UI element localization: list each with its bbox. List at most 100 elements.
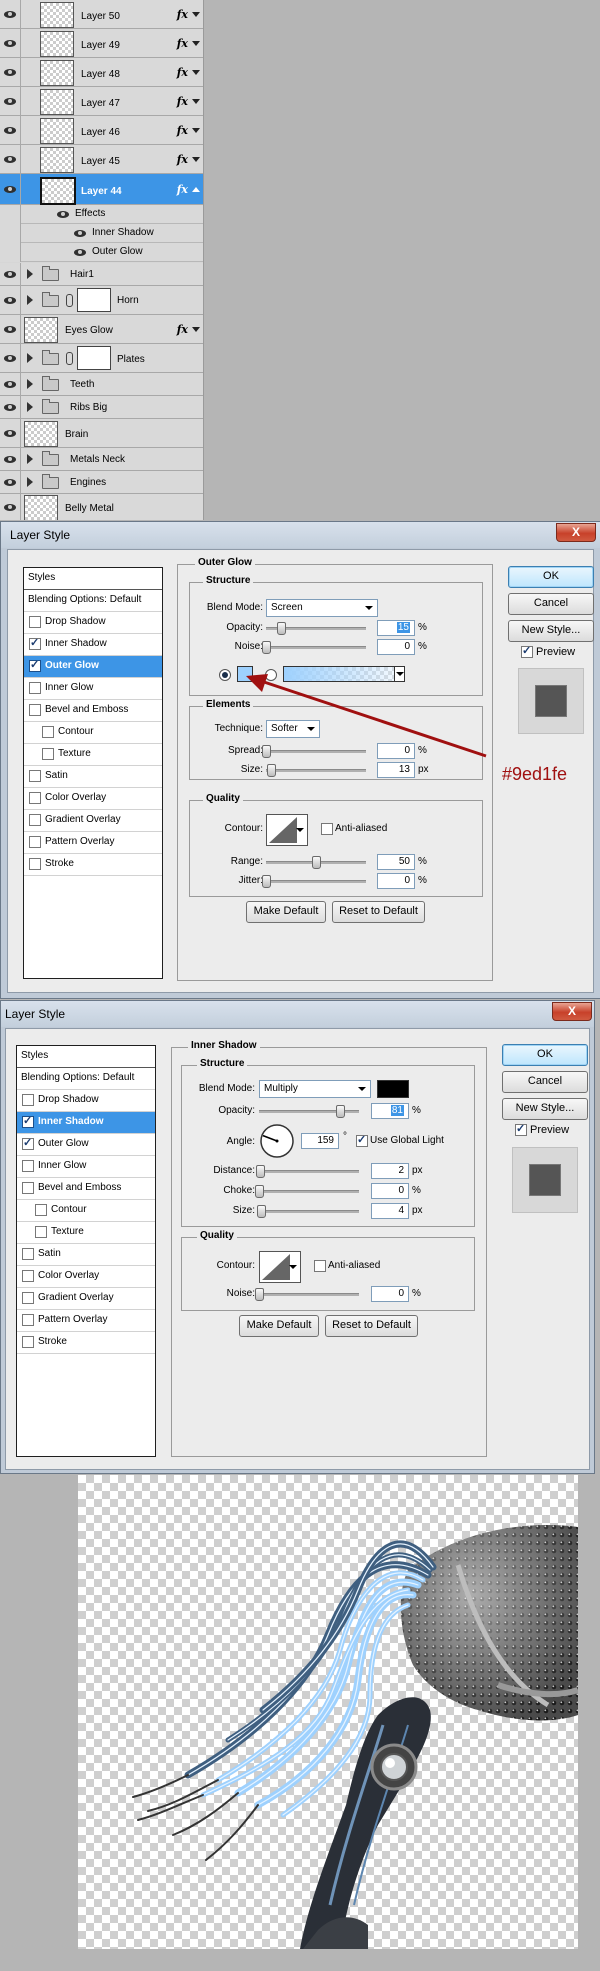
angle-input[interactable]: 159 <box>301 1133 339 1149</box>
style-checkbox[interactable] <box>29 814 41 826</box>
style-checkbox[interactable] <box>22 1248 34 1260</box>
layer-row[interactable]: Layer 48 fx <box>0 58 203 87</box>
blend-mode-select[interactable]: Screen <box>266 599 378 617</box>
title-bar[interactable]: Layer Style <box>1 522 600 548</box>
fx-icon[interactable]: fx <box>177 95 188 108</box>
layer-mask-thumbnail[interactable] <box>77 288 111 312</box>
expand-triangle-icon[interactable] <box>27 454 33 464</box>
style-item-pattern-overlay[interactable]: Pattern Overlay <box>24 832 162 854</box>
shadow-color-swatch[interactable] <box>377 1080 409 1098</box>
layer-row[interactable]: Layer 50 fx <box>0 0 203 29</box>
visibility-eye-icon[interactable] <box>3 380 17 389</box>
style-checkbox[interactable] <box>22 1336 34 1348</box>
layer-row[interactable]: Belly Metal <box>0 494 203 520</box>
group-row[interactable]: Horn <box>0 286 203 315</box>
style-checkbox[interactable] <box>22 1136 34 1150</box>
new-style-button[interactable]: New Style... <box>502 1098 588 1120</box>
choke-slider-handle[interactable] <box>255 1185 264 1198</box>
size-input[interactable]: 4 <box>371 1203 409 1219</box>
style-checkbox[interactable] <box>22 1094 34 1106</box>
visibility-eye-icon[interactable] <box>3 185 17 194</box>
style-checkbox[interactable] <box>29 836 41 848</box>
visibility-eye-icon[interactable] <box>3 68 17 77</box>
visibility-eye-icon[interactable] <box>3 429 17 438</box>
group-row[interactable]: Teeth <box>0 373 203 396</box>
visibility-eye-icon[interactable] <box>3 503 17 512</box>
group-row[interactable]: Ribs Big <box>0 396 203 419</box>
visibility-eye-icon[interactable] <box>73 229 87 238</box>
expand-arrow-icon[interactable] <box>192 157 200 162</box>
expand-triangle-icon[interactable] <box>27 353 33 363</box>
contour-picker[interactable] <box>266 814 308 846</box>
size-slider-handle[interactable] <box>256 1205 266 1218</box>
visibility-eye-icon[interactable] <box>3 10 17 19</box>
expand-arrow-icon[interactable] <box>192 128 200 133</box>
style-item-contour[interactable]: Contour <box>17 1200 155 1222</box>
opacity-slider-handle[interactable] <box>336 1105 345 1118</box>
noise-input[interactable]: 0 <box>377 639 415 655</box>
visibility-eye-icon[interactable] <box>3 126 17 135</box>
distance-input[interactable]: 2 <box>371 1163 409 1179</box>
close-button[interactable]: X <box>552 1002 592 1021</box>
style-checkbox[interactable] <box>29 704 41 716</box>
visibility-eye-icon[interactable] <box>3 455 17 464</box>
noise-slider-handle[interactable] <box>262 641 271 654</box>
group-row[interactable]: Plates <box>0 344 203 373</box>
visibility-eye-icon[interactable] <box>3 478 17 487</box>
jitter-slider-handle[interactable] <box>262 875 271 888</box>
layer-row[interactable]: Layer 45 fx <box>0 145 203 174</box>
style-checkbox[interactable] <box>29 616 41 628</box>
expand-arrow-icon[interactable] <box>192 41 200 46</box>
make-default-button[interactable]: Make Default <box>239 1315 319 1337</box>
style-item-stroke[interactable]: Stroke <box>24 854 162 876</box>
style-item-satin[interactable]: Satin <box>24 766 162 788</box>
fx-icon[interactable]: fx <box>177 37 188 50</box>
styles-header[interactable]: Styles <box>17 1046 155 1068</box>
style-checkbox[interactable] <box>42 726 54 738</box>
new-style-button[interactable]: New Style... <box>508 620 594 642</box>
layer-row[interactable]: Layer 47 fx <box>0 87 203 116</box>
preview-checkbox[interactable] <box>515 1122 527 1136</box>
style-item-texture[interactable]: Texture <box>24 744 162 766</box>
visibility-eye-icon[interactable] <box>3 325 17 334</box>
style-checkbox[interactable] <box>22 1114 34 1128</box>
color-radio[interactable] <box>219 669 231 681</box>
style-checkbox[interactable] <box>29 658 41 672</box>
ok-button[interactable]: OK <box>502 1044 588 1066</box>
jitter-input[interactable]: 0 <box>377 873 415 889</box>
style-item-satin[interactable]: Satin <box>17 1244 155 1266</box>
collapse-arrow-icon[interactable] <box>192 187 200 192</box>
visibility-eye-icon[interactable] <box>3 296 17 305</box>
style-item-texture[interactable]: Texture <box>17 1222 155 1244</box>
reset-to-default-button[interactable]: Reset to Default <box>332 901 425 923</box>
style-item-bevel-and-emboss[interactable]: Bevel and Emboss <box>24 700 162 722</box>
fx-icon[interactable]: fx <box>177 124 188 137</box>
style-item-pattern-overlay[interactable]: Pattern Overlay <box>17 1310 155 1332</box>
title-bar[interactable]: Layer Style <box>1 1001 594 1027</box>
style-checkbox[interactable] <box>29 858 41 870</box>
visibility-eye-icon[interactable] <box>3 155 17 164</box>
style-checkbox[interactable] <box>29 792 41 804</box>
style-checkbox[interactable] <box>29 770 41 782</box>
styles-header[interactable]: Styles <box>24 568 162 590</box>
noise-slider-track[interactable] <box>259 1293 359 1296</box>
layer-mask-thumbnail[interactable] <box>77 346 111 370</box>
opacity-slider-handle[interactable] <box>277 622 286 635</box>
style-checkbox[interactable] <box>29 682 41 694</box>
distance-slider-handle[interactable] <box>255 1165 265 1178</box>
noise-slider-handle[interactable] <box>255 1288 264 1301</box>
opacity-input[interactable]: 15 <box>377 620 415 636</box>
expand-arrow-icon[interactable] <box>192 99 200 104</box>
style-item-color-overlay[interactable]: Color Overlay <box>17 1266 155 1288</box>
reset-to-default-button[interactable]: Reset to Default <box>325 1315 418 1337</box>
cancel-button[interactable]: Cancel <box>508 593 594 615</box>
style-item-inner-glow[interactable]: Inner Glow <box>24 678 162 700</box>
preview-checkbox[interactable] <box>521 644 533 658</box>
choke-input[interactable]: 0 <box>371 1183 409 1199</box>
style-checkbox[interactable] <box>35 1226 47 1238</box>
visibility-eye-icon[interactable] <box>56 210 70 219</box>
visibility-eye-icon[interactable] <box>3 403 17 412</box>
style-item-color-overlay[interactable]: Color Overlay <box>24 788 162 810</box>
range-slider-handle[interactable] <box>312 856 321 869</box>
style-item-blending-options-default[interactable]: Blending Options: Default <box>24 590 162 612</box>
